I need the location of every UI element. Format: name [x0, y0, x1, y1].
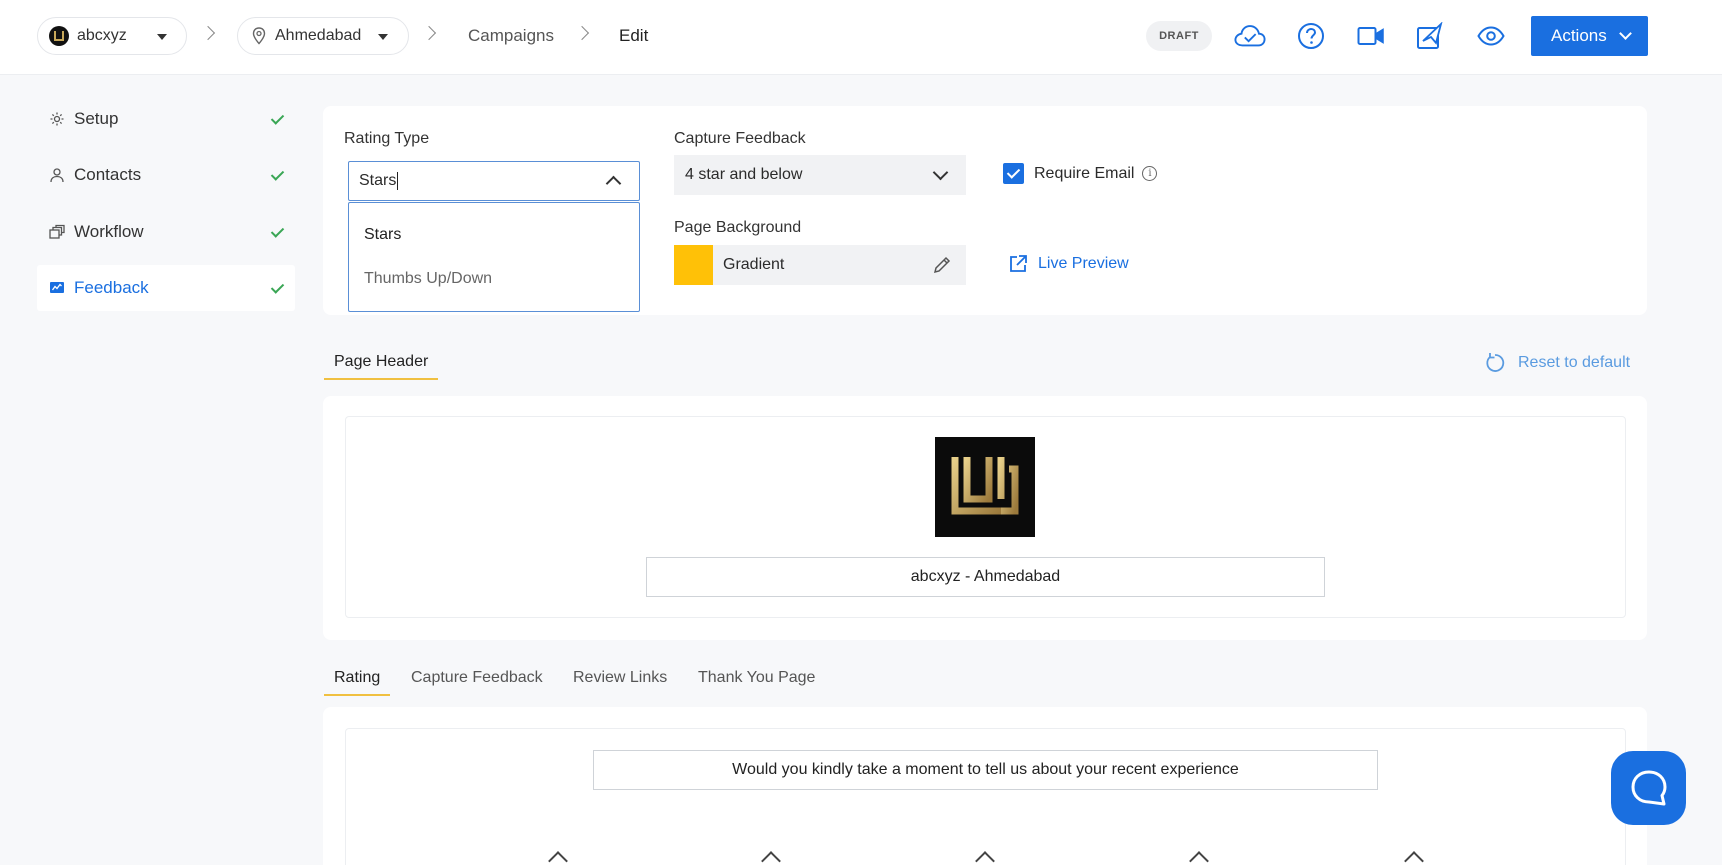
gear-icon	[49, 111, 65, 127]
breadcrumb-edit: Edit	[619, 26, 649, 45]
cloud-check-icon[interactable]	[1234, 20, 1266, 52]
rating-type-select[interactable]: Stars	[348, 161, 640, 201]
tab-thank-you-page[interactable]: Thank You Page	[688, 666, 825, 696]
rating-type-dropdown: Stars Thumbs Up/Down	[348, 202, 640, 312]
live-preview-link[interactable]: Live Preview	[1008, 254, 1129, 274]
business-name-input[interactable]: abcxyz - Ahmedabad	[646, 557, 1325, 597]
capture-feedback-value: 4 star and below	[685, 166, 803, 183]
rating-type-value: Stars	[359, 172, 397, 189]
top-bar: abcxyz Ahmedabad Campaigns Edit DRAFT Ac…	[0, 0, 1722, 75]
reset-label: Reset to default	[1518, 354, 1631, 371]
brand-selector[interactable]: abcxyz	[37, 17, 187, 55]
tab-capture-feedback[interactable]: Capture Feedback	[401, 666, 553, 696]
chevron-down-icon	[932, 164, 949, 181]
status-badge: DRAFT	[1146, 21, 1212, 51]
external-link-icon	[1010, 255, 1027, 272]
rating-type-label: Rating Type	[344, 130, 430, 147]
chat-support-button[interactable]	[1611, 751, 1686, 825]
tab-review-links[interactable]: Review Links	[563, 666, 677, 696]
require-email-label: Require Email	[1034, 164, 1135, 182]
caret-down-icon	[378, 34, 388, 40]
rating-question-input[interactable]: Would you kindly take a moment to tell u…	[593, 750, 1378, 790]
chevron-down-icon	[1618, 27, 1632, 40]
reset-icon	[1486, 353, 1505, 372]
check-icon	[270, 280, 285, 294]
live-preview-label: Live Preview	[1038, 255, 1129, 272]
help-icon[interactable]	[1295, 20, 1327, 52]
location-pin-icon	[252, 27, 266, 45]
sidebar-item-label: Setup	[74, 109, 119, 128]
business-logo[interactable]	[935, 437, 1035, 537]
check-icon	[270, 167, 285, 181]
workflow-icon	[49, 224, 65, 240]
sidebar-item-label: Workflow	[74, 222, 144, 241]
page-background-value: Gradient	[723, 256, 785, 273]
pencil-icon[interactable]	[932, 255, 952, 275]
info-icon[interactable]: i	[1142, 166, 1158, 181]
actions-button[interactable]: Actions	[1531, 16, 1648, 56]
business-logo-icon	[951, 457, 1019, 515]
brand-name: abcxyz	[77, 27, 127, 44]
capture-feedback-label: Capture Feedback	[674, 130, 806, 147]
chevron-right-icon	[421, 25, 437, 41]
send-test-icon[interactable]	[1414, 20, 1446, 52]
color-swatch[interactable]	[674, 245, 713, 285]
page-background-label: Page Background	[674, 219, 802, 236]
dropdown-option-stars[interactable]: Stars	[364, 226, 401, 244]
sidebar-item-setup[interactable]: Setup	[37, 96, 295, 142]
reset-to-default-button[interactable]: Reset to default	[1484, 352, 1630, 374]
check-icon	[270, 111, 285, 125]
page-background-picker[interactable]: Gradient	[674, 245, 966, 285]
brand-logo-icon	[49, 26, 69, 46]
user-icon	[49, 167, 65, 183]
chevron-right-icon	[574, 25, 590, 41]
require-email-checkbox[interactable]: Require Email i	[1003, 163, 1158, 184]
sidebar-item-contacts[interactable]: Contacts	[37, 152, 295, 198]
checkbox-checked-icon[interactable]	[1003, 163, 1024, 184]
sidebar-item-label: Feedback	[74, 278, 149, 297]
dropdown-option-thumbs[interactable]: Thumbs Up/Down	[364, 270, 492, 288]
sidebar-item-workflow[interactable]: Workflow	[37, 209, 295, 255]
sidebar-item-feedback[interactable]: Feedback	[37, 265, 295, 311]
rating-preview	[345, 728, 1626, 865]
eye-icon[interactable]	[1475, 20, 1507, 52]
caret-down-icon	[157, 34, 167, 40]
actions-label: Actions	[1551, 26, 1607, 45]
chat-bubble-icon	[1631, 770, 1666, 806]
feedback-icon	[49, 280, 65, 296]
check-icon	[270, 224, 285, 238]
breadcrumb-campaigns[interactable]: Campaigns	[468, 26, 554, 46]
sidebar-item-label: Contacts	[74, 165, 142, 184]
chevron-up-icon	[605, 175, 622, 192]
location-name: Ahmedabad	[275, 27, 362, 44]
chevron-right-icon	[200, 25, 216, 41]
text-cursor	[397, 172, 399, 190]
tab-rating[interactable]: Rating	[324, 666, 391, 696]
capture-feedback-select[interactable]: 4 star and below	[674, 155, 966, 195]
video-icon[interactable]	[1355, 20, 1387, 52]
tab-page-header[interactable]: Page Header	[324, 350, 439, 380]
location-selector[interactable]: Ahmedabad	[237, 17, 409, 55]
